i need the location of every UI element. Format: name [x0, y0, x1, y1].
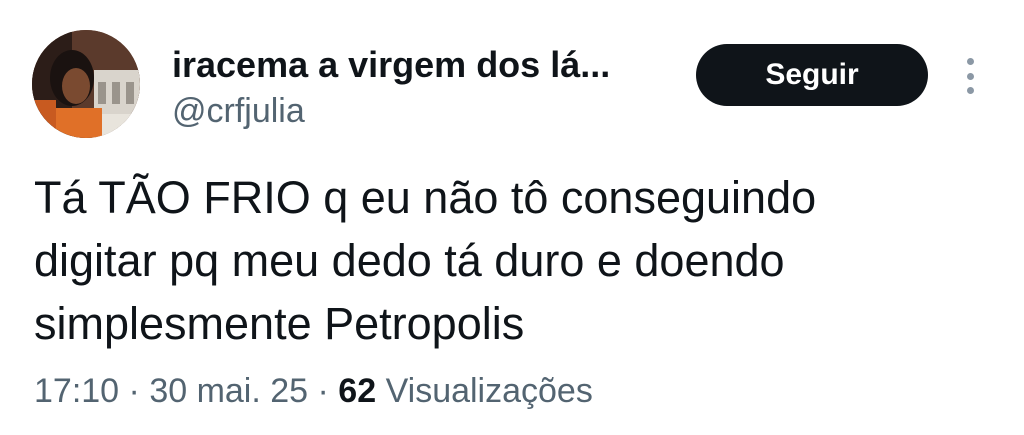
avatar-image [32, 30, 140, 138]
more-dot [966, 58, 974, 65]
follow-button[interactable]: Seguir [696, 44, 928, 106]
more-dot [966, 87, 974, 94]
views-count[interactable]: 62 [338, 372, 376, 410]
more-vertical-icon[interactable] [958, 58, 982, 94]
views-label[interactable]: Visualizações [376, 372, 593, 410]
more-dot [966, 72, 974, 80]
tweet-text: Tá TÃO FRIO q eu não tô conseguindo digi… [34, 166, 994, 355]
tweet-text-line: Tá TÃO FRIO q eu não tô conseguindo [34, 172, 817, 223]
tweet-time[interactable]: 17:10 [34, 372, 119, 410]
meta-separator: · [308, 372, 339, 410]
tweet-date[interactable]: 30 mai. 25 [149, 372, 308, 410]
author-avatar[interactable] [32, 30, 140, 138]
meta-separator: · [119, 372, 150, 410]
tweet-text-line: simplesmente Petropolis [34, 298, 525, 349]
tweet-metadata: 17:10 · 30 mai. 25 · 62 Visualizações [34, 372, 593, 411]
tweet-text-line: digitar pq meu dedo tá duro e doendo [34, 235, 785, 286]
tweet-card: iracema a virgem dos lá... @crfjulia Seg… [0, 0, 1024, 435]
author-display-name[interactable]: iracema a virgem dos lá... [172, 44, 610, 86]
author-handle[interactable]: @crfjulia [172, 92, 305, 131]
